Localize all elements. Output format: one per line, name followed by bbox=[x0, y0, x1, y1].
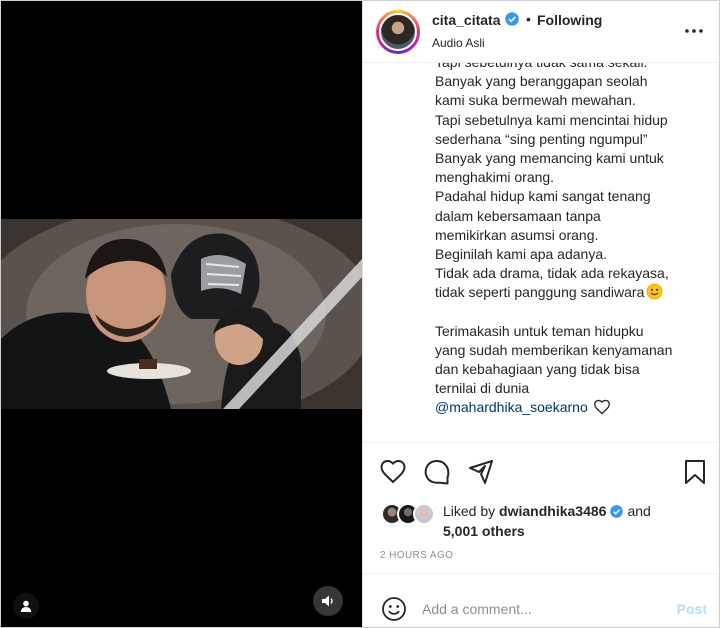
caption-line: dalam kebersamaan tanpa bbox=[435, 207, 601, 224]
liked-by-line: Liked by dwiandhika3486 and bbox=[443, 503, 651, 519]
liked-by-prefix: Liked by bbox=[443, 503, 496, 519]
instagram-post-modal: cita_citata • Following Audio Asli Tapi … bbox=[0, 0, 720, 628]
post-timestamp[interactable]: 2 HOURS AGO bbox=[380, 550, 453, 561]
post-caption: Tapi sebetulnya tidak sama sekali. Banya… bbox=[435, 63, 715, 439]
liked-by-others-link[interactable]: 5,001 others bbox=[443, 523, 525, 539]
post-action-bar bbox=[363, 442, 719, 500]
post-comment-button[interactable]: Post bbox=[677, 601, 707, 617]
heart-icon[interactable] bbox=[379, 458, 407, 486]
comment-like-heart-icon[interactable] bbox=[593, 399, 611, 415]
following-button[interactable]: Following bbox=[537, 12, 602, 28]
audio-link[interactable]: Audio Asli bbox=[432, 36, 485, 50]
share-icon[interactable] bbox=[467, 458, 495, 486]
liked-by-conjunction: and bbox=[627, 503, 651, 519]
caption-line: sederhana “sing penting ngumpul” bbox=[435, 130, 648, 147]
caption-line: tidak seperti panggung sandiwara bbox=[435, 284, 645, 301]
post-header: cita_citata • Following Audio Asli bbox=[363, 1, 719, 63]
caption-line: Banyak yang memancing kami untuk bbox=[435, 150, 664, 167]
caption-mention-line: @mahardhika_soekarno bbox=[435, 398, 715, 417]
post-username[interactable]: cita_citata bbox=[432, 12, 500, 28]
verified-badge-icon bbox=[610, 505, 624, 518]
caption-line: Terimakasih untuk teman hidupku bbox=[435, 322, 644, 339]
liked-by-user-link[interactable]: dwiandhika3486 bbox=[499, 503, 606, 519]
comment-input[interactable] bbox=[422, 598, 662, 620]
post-side-panel: cita_citata • Following Audio Asli Tapi … bbox=[362, 1, 719, 627]
comment-icon[interactable] bbox=[423, 458, 451, 486]
caption-line: menghakimi orang. bbox=[435, 169, 555, 186]
caption-line: Tidak ada drama, tidak ada rekayasa, bbox=[435, 265, 669, 282]
header-separator: • bbox=[526, 11, 531, 27]
audio-toggle-button[interactable] bbox=[313, 586, 343, 616]
caption-line: Tapi sebetulnya tidak sama sekali. bbox=[435, 63, 715, 72]
caption-line: Beginilah kami apa adanya. bbox=[435, 246, 608, 263]
caption-line: Banyak yang beranggapan seolah bbox=[435, 73, 648, 90]
caption-line: dan kebahagiaan yang tidak bisa bbox=[435, 361, 640, 378]
caption-line-with-emoji: tidak seperti panggung sandiwara bbox=[435, 283, 715, 302]
caption-line: Tapi sebetulnya kami mencintai hidup bbox=[435, 111, 668, 128]
story-ring[interactable] bbox=[376, 10, 420, 54]
post-media[interactable] bbox=[1, 1, 362, 627]
smile-emoji-icon bbox=[646, 284, 663, 300]
caption-line: yang sudah memberikan kenyamanan bbox=[435, 341, 673, 358]
caption-line: Padahal hidup kami sangat tenang bbox=[435, 188, 651, 205]
bookmark-icon[interactable] bbox=[681, 458, 709, 486]
user-icon bbox=[20, 600, 32, 612]
avatar[interactable] bbox=[413, 503, 435, 525]
speaker-icon bbox=[322, 595, 333, 607]
caption-mention-link[interactable]: @mahardhika_soekarno bbox=[435, 399, 588, 415]
add-comment-bar: Post bbox=[363, 573, 719, 627]
caption-line: memikirkan asumsi orang. bbox=[435, 226, 599, 243]
caption-line: ternilai di dunia bbox=[435, 380, 530, 397]
liker-avatars bbox=[381, 503, 441, 525]
tagged-users-button[interactable] bbox=[13, 593, 39, 619]
avatar[interactable] bbox=[379, 13, 417, 51]
verified-badge-icon bbox=[505, 12, 519, 26]
more-options-icon[interactable] bbox=[684, 21, 704, 41]
caption-line: kami suka bermewah mewahan. bbox=[435, 92, 636, 109]
post-photo bbox=[1, 219, 362, 409]
emoji-picker-icon[interactable] bbox=[381, 596, 407, 622]
photo-illustration bbox=[1, 219, 362, 409]
likes-summary: Liked by dwiandhika3486 and 5,001 others bbox=[363, 500, 719, 544]
